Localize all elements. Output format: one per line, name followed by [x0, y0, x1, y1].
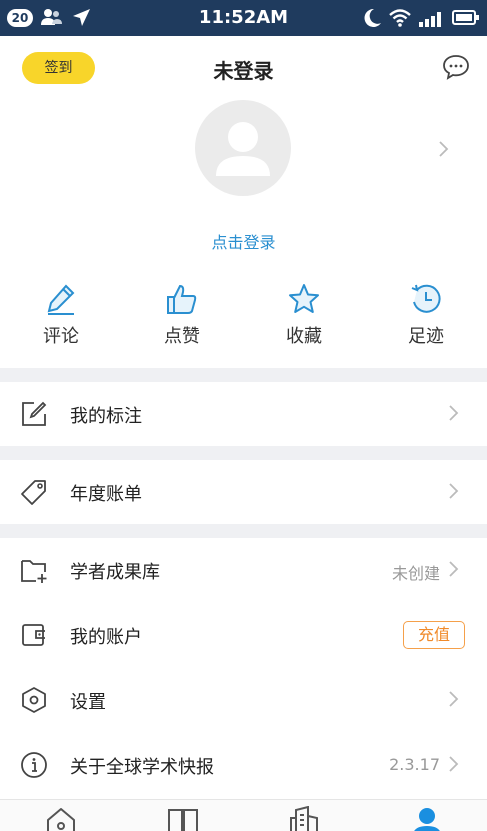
quick-action-history[interactable]: 足迹 [381, 282, 471, 352]
menu-item-label: 我的标注 [70, 406, 142, 427]
quick-action-comments[interactable]: 评论 [16, 282, 106, 352]
book-icon[interactable] [167, 806, 199, 831]
section-divider [0, 446, 487, 460]
chevron-right-icon [447, 560, 459, 582]
star-icon [287, 282, 321, 316]
quick-action-label: 评论 [43, 326, 79, 347]
pencil-icon [44, 282, 78, 316]
bottom-nav [0, 799, 487, 831]
user-icon[interactable] [411, 806, 443, 831]
signal-icon [418, 7, 446, 33]
quick-action-label: 足迹 [408, 326, 444, 347]
battery-icon [452, 7, 480, 33]
menu-item-value: 未创建 [391, 564, 440, 583]
home-icon[interactable] [46, 806, 76, 831]
wallet-icon [20, 621, 48, 649]
quick-actions: 评论 点赞 收藏 足迹 [0, 282, 487, 356]
menu-item-settings[interactable]: 设置 [0, 668, 487, 732]
quick-action-label: 点赞 [164, 326, 200, 347]
recharge-button[interactable]: 充值 [403, 621, 465, 649]
status-time: 11:52AM [198, 7, 289, 28]
profile-chevron-right-icon[interactable] [437, 140, 449, 162]
avatar[interactable] [195, 100, 291, 196]
history-clock-icon [409, 282, 443, 316]
menu-item-my-notes[interactable]: 我的标注 [0, 382, 487, 446]
page-title: 未登录 [213, 59, 274, 83]
menu-item-annual-bill[interactable]: 年度账单 [0, 460, 487, 524]
info-icon [20, 751, 48, 779]
chevron-right-icon [447, 755, 459, 777]
folder-plus-icon [20, 556, 48, 584]
menu-item-scholar-library[interactable]: 学者成果库 未创建 [0, 538, 487, 602]
menu-item-label: 关于全球学术快报 [70, 757, 214, 778]
app-version: 2.3.17 [389, 755, 440, 774]
menu-item-label: 设置 [70, 692, 106, 713]
section-divider [0, 368, 487, 382]
chevron-right-icon [447, 482, 459, 504]
section-divider [0, 524, 487, 538]
buildings-icon[interactable] [288, 805, 320, 831]
wifi-icon [388, 7, 412, 33]
quick-action-favorites[interactable]: 收藏 [259, 282, 349, 352]
default-user-icon [216, 122, 270, 176]
chevron-right-icon [447, 690, 459, 712]
chevron-right-icon [447, 404, 459, 426]
menu-item-label: 年度账单 [70, 484, 142, 505]
hexagon-settings-icon [20, 686, 48, 714]
menu-item-label: 我的账户 [70, 627, 142, 648]
status-bar: 20 11:52AM [0, 0, 487, 36]
tag-icon [20, 478, 48, 506]
chat-bubble-icon[interactable] [442, 53, 470, 85]
login-link[interactable]: 点击登录 [0, 229, 487, 253]
quick-action-label: 收藏 [286, 326, 322, 347]
edit-square-icon [20, 400, 48, 428]
moon-icon [362, 7, 382, 33]
menu-item-label: 学者成果库 [70, 562, 160, 583]
menu-item-my-account[interactable]: 我的账户 充值 [0, 603, 487, 667]
menu-item-about[interactable]: 关于全球学术快报 2.3.17 [0, 733, 487, 797]
quick-action-likes[interactable]: 点赞 [137, 282, 227, 352]
thumbs-up-icon [165, 282, 199, 316]
